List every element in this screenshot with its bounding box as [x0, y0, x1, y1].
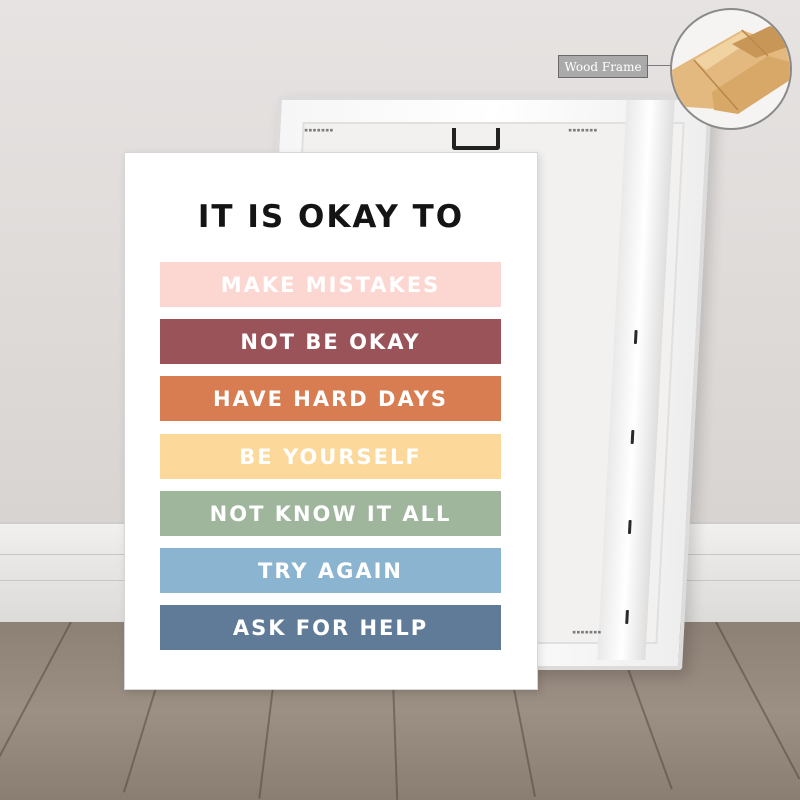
affirmation-label: NOT BE OKAY	[240, 329, 421, 354]
affirmation-band: ASK FOR HELP	[160, 605, 501, 650]
affirmation-band: NOT KNOW IT ALL	[160, 491, 501, 536]
print-mark: ▪▪▪▪▪▪▪	[568, 126, 598, 134]
sawtooth-hanger-icon	[452, 128, 500, 150]
staple-slot	[627, 520, 632, 534]
poster: IT IS OKAY TO MAKE MISTAKES NOT BE OKAY …	[124, 152, 538, 690]
affirmation-label: TRY AGAIN	[258, 558, 403, 583]
affirmation-label: MAKE MISTAKES	[220, 272, 441, 297]
print-mark: ▪▪▪▪▪▪▪	[572, 628, 602, 636]
wood-frame-detail-icon	[670, 8, 792, 130]
affirmation-band: NOT BE OKAY	[160, 319, 501, 364]
wood-frame-illustration	[672, 26, 790, 114]
floor-plank-seam	[715, 622, 800, 780]
affirmation-label: HAVE HARD DAYS	[212, 386, 449, 411]
floor-plank-seam	[0, 622, 72, 780]
print-mark: ▪▪▪▪▪▪▪	[304, 126, 334, 134]
affirmation-band: MAKE MISTAKES	[160, 262, 501, 307]
affirmation-band: HAVE HARD DAYS	[160, 376, 501, 421]
affirmation-band: TRY AGAIN	[160, 548, 501, 593]
affirmation-label: ASK FOR HELP	[232, 615, 429, 640]
product-scene: ▪▪▪▪▪▪▪ ▪▪▪▪▪▪▪ ▪▪▪▪▪▪▪ IT IS OKAY TO MA…	[0, 0, 800, 800]
callout-label: Wood Frame	[564, 59, 642, 74]
affirmation-band: BE YOURSELF	[160, 434, 501, 479]
staple-slot	[633, 330, 638, 344]
staple-slot	[630, 430, 635, 444]
affirmation-label: NOT KNOW IT ALL	[209, 501, 452, 526]
staple-slot	[625, 610, 629, 624]
wood-frame-callout: Wood Frame	[558, 55, 648, 78]
affirmation-label: BE YOURSELF	[239, 444, 422, 469]
poster-title: IT IS OKAY TO	[197, 199, 465, 235]
